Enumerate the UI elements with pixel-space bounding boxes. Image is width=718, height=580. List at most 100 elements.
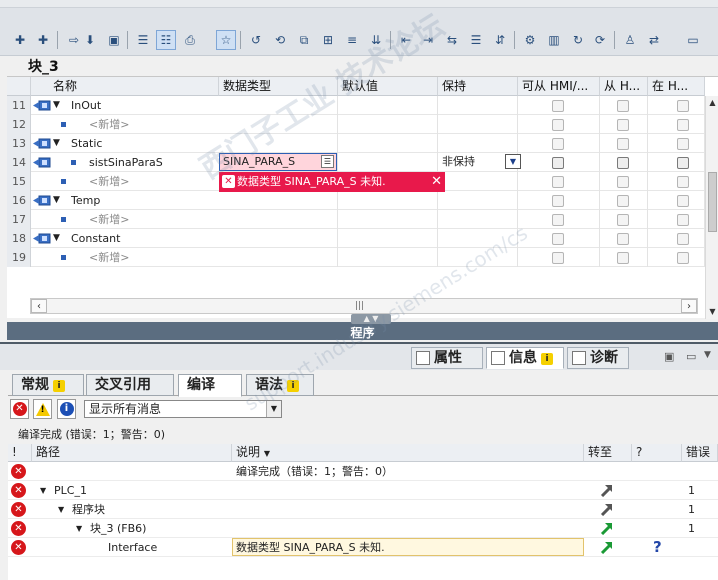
retain-cell[interactable]	[438, 229, 518, 248]
hmi-visible-checkbox[interactable]	[677, 252, 689, 264]
table-row[interactable]: 11 ▼ InOut	[7, 96, 707, 115]
default-cell[interactable]	[338, 134, 438, 153]
datatype-cell[interactable]	[219, 229, 338, 248]
datatype-cell[interactable]	[219, 248, 338, 267]
online-icon[interactable]: ⇄	[644, 30, 664, 50]
hmi-access-checkbox[interactable]	[552, 214, 564, 226]
expand-triangle-icon[interactable]: ▼	[53, 134, 60, 153]
reload-icon[interactable]: ⟳	[590, 30, 610, 50]
add-new-cell[interactable]: <新增>	[89, 115, 219, 134]
retain-cell[interactable]	[438, 115, 518, 134]
header-retain[interactable]: 保持	[438, 77, 518, 96]
header-description[interactable]: 说明 ▼	[232, 444, 584, 462]
favorites-icon[interactable]: ☆	[216, 30, 236, 50]
hmi-visible-checkbox[interactable]	[677, 138, 689, 150]
collapse-all-icon[interactable]: ☷	[156, 30, 176, 50]
hmi-write-checkbox[interactable]	[617, 157, 629, 169]
add-new-cell[interactable]: <新增>	[89, 248, 219, 267]
filter-errors-button[interactable]: ✕	[10, 399, 29, 419]
hmi-write-checkbox[interactable]	[617, 138, 629, 150]
expand-triangle-icon[interactable]: ▼	[40, 481, 46, 500]
scroll-up-icon[interactable]: ▲	[706, 96, 718, 110]
apply-snapshot-icon[interactable]: ⊞	[318, 30, 338, 50]
filter-info-button[interactable]: i	[57, 399, 76, 419]
goto-arrow-icon[interactable]	[600, 541, 614, 555]
hmi-write-checkbox[interactable]	[617, 119, 629, 131]
name-cell[interactable]: Static	[71, 134, 219, 153]
name-cell[interactable]: Constant	[71, 229, 219, 248]
scroll-right-icon[interactable]: ›	[681, 299, 697, 313]
list-icon[interactable]: ☰	[466, 30, 486, 50]
hmi-visible-checkbox[interactable]	[677, 195, 689, 207]
expand-triangle-icon[interactable]: ▼	[53, 229, 60, 248]
expand-triangle-icon[interactable]: ▼	[76, 519, 82, 538]
expand-triangle-icon[interactable]: ▼	[53, 96, 60, 115]
hmi-write-checkbox[interactable]	[617, 176, 629, 188]
filter-warnings-button[interactable]: !	[33, 399, 52, 419]
header-goto[interactable]: 转至	[584, 444, 632, 462]
horizontal-scrollbar[interactable]: ‹ ||| ›	[30, 298, 698, 314]
snapshot-icon[interactable]: ⎙	[180, 30, 200, 50]
splitter-handle-icon[interactable]: ▲ ▼	[351, 314, 391, 324]
chevron-down-icon[interactable]: ▼	[505, 154, 521, 169]
table-row[interactable]: 19 <新增>	[7, 248, 707, 267]
hmi-access-checkbox[interactable]	[552, 157, 564, 169]
message-row[interactable]: ✕ 编译完成（错误：1；警告：0）	[8, 462, 718, 481]
default-cell[interactable]	[338, 210, 438, 229]
table-row[interactable]: 16 ▼ Temp	[7, 191, 707, 210]
vertical-scrollbar[interactable]: ▲ ▼	[705, 96, 718, 319]
name-cell[interactable]: Temp	[71, 191, 219, 210]
table-row[interactable]: 12 <新增>	[7, 115, 707, 134]
add-new-cell[interactable]: <新增>	[89, 210, 219, 229]
merge-icon[interactable]: ⇊	[366, 30, 386, 50]
retain-cell[interactable]	[438, 191, 518, 210]
restore-icon[interactable]: ▣	[664, 350, 674, 363]
expand-triangle-icon[interactable]: ▼	[58, 500, 64, 519]
compare-left-icon[interactable]: ⇤	[396, 30, 416, 50]
hmi-access-checkbox[interactable]	[552, 252, 564, 264]
scroll-thumb[interactable]	[708, 172, 717, 232]
retain-cell[interactable]	[438, 134, 518, 153]
hmi-visible-checkbox[interactable]	[677, 233, 689, 245]
retain-cell[interactable]	[438, 96, 518, 115]
hmi-visible-checkbox[interactable]	[677, 214, 689, 226]
datatype-cell[interactable]	[219, 210, 338, 229]
datatype-cell[interactable]	[219, 115, 338, 134]
reset-start-values-icon[interactable]: ↺	[246, 30, 266, 50]
columns-icon[interactable]: ▥	[544, 30, 564, 50]
message-filter-select[interactable]: 显示所有消息 ▼	[84, 400, 282, 418]
insert-row-icon[interactable]: ✚	[10, 30, 30, 50]
default-cell[interactable]	[338, 153, 438, 172]
hmi-visible-checkbox[interactable]	[677, 176, 689, 188]
header-hmi-write[interactable]: 从 H...	[600, 77, 648, 96]
message-row[interactable]: ✕ ▼ PLC_1 1	[8, 481, 718, 500]
tab-diagnostics[interactable]: 诊断	[567, 347, 629, 369]
add-row-icon[interactable]: ✚	[33, 30, 53, 50]
sync-icon[interactable]: ⇆	[442, 30, 462, 50]
users-icon[interactable]: ♙	[620, 30, 640, 50]
hmi-write-checkbox[interactable]	[617, 214, 629, 226]
default-cell[interactable]	[338, 115, 438, 134]
window-icon[interactable]: ▭	[683, 30, 703, 50]
default-cell[interactable]	[338, 96, 438, 115]
hmi-visible-checkbox[interactable]	[677, 100, 689, 112]
adjust-icon[interactable]: ⇵	[490, 30, 510, 50]
tab-properties[interactable]: 属性	[411, 347, 483, 369]
hmi-access-checkbox[interactable]	[552, 233, 564, 245]
header-default[interactable]: 默认值	[338, 77, 438, 96]
refresh-icon[interactable]: ↻	[568, 30, 588, 50]
collapse-icon[interactable]: ▼	[704, 350, 711, 360]
copy-snapshot-icon[interactable]: ⧉	[294, 30, 314, 50]
hmi-visible-checkbox[interactable]	[677, 119, 689, 131]
datatype-input[interactable]: SINA_PARA_S ☰	[219, 153, 337, 171]
header-errors[interactable]: 错误	[682, 444, 718, 462]
header-hmi-visible[interactable]: 在 H...	[648, 77, 705, 96]
maximize-icon[interactable]: ▭	[686, 350, 696, 363]
hmi-write-checkbox[interactable]	[617, 252, 629, 264]
table-row[interactable]: 18 ▼ Constant	[7, 229, 707, 248]
goto-arrow-icon[interactable]	[600, 503, 614, 517]
default-cell[interactable]	[338, 248, 438, 267]
header-name[interactable]: 名称	[31, 77, 219, 96]
help-icon[interactable]: ?	[653, 538, 662, 557]
download-icon[interactable]: ⬇	[80, 30, 100, 50]
